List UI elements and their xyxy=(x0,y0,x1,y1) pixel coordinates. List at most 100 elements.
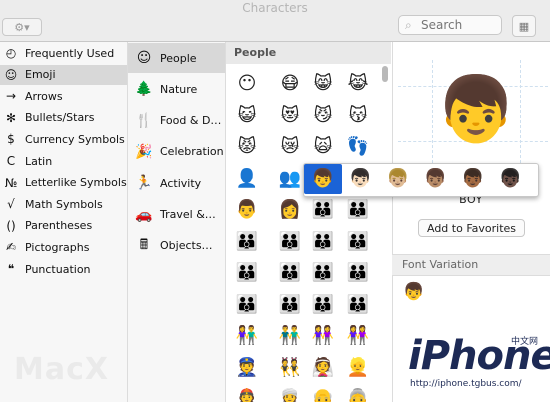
emoji-cell[interactable]: 👪 xyxy=(278,261,302,285)
zhongwen-watermark: 中文网 xyxy=(511,337,539,347)
emoji-cell[interactable]: 👫 xyxy=(235,324,259,348)
category-item[interactable]: √ Math Symbols xyxy=(0,194,127,214)
category-icon: ✻ xyxy=(5,110,17,125)
emoji-cell[interactable]: 👬 xyxy=(278,324,302,348)
emoji-group-item[interactable]: 🚗 Travel &… xyxy=(128,200,225,230)
category-item[interactable]: C Latin xyxy=(0,151,127,171)
search-field[interactable]: ⌕ xyxy=(398,15,502,35)
emoji-cell[interactable]: 😺 xyxy=(235,104,259,128)
emoji-group-icon: 🍴 xyxy=(135,112,153,129)
emoji-cell[interactable]: 😾 xyxy=(235,135,259,159)
emoji-cell[interactable]: 👪 xyxy=(346,261,370,285)
emoji-cell[interactable]: 👱 xyxy=(346,356,370,380)
emoji-cell[interactable]: 👴 xyxy=(311,387,335,402)
emoji-cell[interactable]: 👭 xyxy=(311,324,335,348)
emoji-cell[interactable]: 👤 xyxy=(235,167,259,191)
emoji-cell[interactable]: 😻 xyxy=(278,104,302,128)
glyph-guide-line xyxy=(520,60,521,178)
emoji-cell[interactable]: 👪 xyxy=(311,261,335,285)
emoji-cell[interactable]: 👳 xyxy=(278,387,302,402)
emoji-cell[interactable]: 👥 xyxy=(278,167,302,191)
search-input[interactable] xyxy=(419,17,501,33)
emoji-cell[interactable]: 👣 xyxy=(346,135,370,159)
window-title: Characters xyxy=(242,1,308,15)
emoji-cell[interactable]: 👪 xyxy=(235,230,259,254)
category-label: Pictographs xyxy=(25,240,90,254)
emoji-cell[interactable]: 😹 xyxy=(346,72,370,96)
add-to-favorites-button[interactable]: Add to Favorites xyxy=(418,219,525,237)
emoji-group-label: People xyxy=(160,51,197,65)
emoji-cell[interactable]: 👪 xyxy=(346,230,370,254)
emoji-group-item[interactable]: 🖩 Objects… xyxy=(128,231,225,261)
emoji-group-item[interactable]: 🌲 Nature xyxy=(128,74,225,104)
emoji-group-item[interactable]: 🏃 Activity xyxy=(128,168,225,198)
emoji-cell[interactable]: 👩 xyxy=(278,198,302,222)
skin-tone-option[interactable]: 👦🏿 xyxy=(498,167,524,191)
category-label: Punctuation xyxy=(25,262,91,276)
emoji-cell[interactable]: 😼 xyxy=(311,104,335,128)
emoji-cell[interactable]: 👪 xyxy=(311,293,335,317)
emoji-group-label: Travel &… xyxy=(160,208,216,221)
emoji-cell[interactable]: 👪 xyxy=(311,198,335,222)
grid-view-button[interactable]: ▦ xyxy=(512,15,536,37)
section-label: People xyxy=(234,46,277,59)
category-icon: √ xyxy=(7,197,15,212)
category-item[interactable]: $ Currency Symbols xyxy=(0,129,127,149)
category-icon: ◴ xyxy=(5,46,17,60)
category-item[interactable]: ✍ Pictographs xyxy=(0,237,127,257)
category-item[interactable]: ◴ Frequently Used xyxy=(0,43,127,63)
emoji-group-label: Celebration xyxy=(160,145,224,159)
scrollbar-thumb[interactable] xyxy=(382,66,388,82)
emoji-cell[interactable]: 😶 xyxy=(235,72,259,96)
url-watermark: http://iphone.tgbus.com/ xyxy=(410,379,522,389)
font-variation-label: Font Variation xyxy=(402,258,479,271)
category-label: Parentheses xyxy=(25,219,93,233)
category-item[interactable]: → Arrows xyxy=(0,86,127,106)
emoji-group-item[interactable]: 🍴 Food & D… xyxy=(128,106,225,136)
category-icon: → xyxy=(5,89,17,104)
emoji-cell[interactable]: 😸 xyxy=(311,72,335,96)
emoji-cell[interactable]: 😽 xyxy=(346,104,370,128)
category-item[interactable]: ❝ Punctuation xyxy=(0,259,127,279)
emoji-cell[interactable]: 👨 xyxy=(235,198,259,222)
emoji-cell[interactable]: 😷 xyxy=(278,72,302,96)
emoji-group-item[interactable]: ☺ People xyxy=(128,43,225,73)
skin-tone-option[interactable]: 👦🏾 xyxy=(460,167,486,191)
category-icon: ✍ xyxy=(5,240,17,255)
emoji-cell[interactable]: 👪 xyxy=(346,293,370,317)
emoji-group-label: Objects… xyxy=(160,239,213,253)
category-item[interactable]: ✻ Bullets/Stars xyxy=(0,108,127,128)
emoji-cell[interactable]: 👪 xyxy=(235,293,259,317)
emoji-cell[interactable]: 👮 xyxy=(235,356,259,380)
characters-window: Characters ⚙▾ ⌕ ▦ ◴ Frequently Used ☺ Emoji… xyxy=(0,0,550,402)
category-item[interactable]: ☺ Emoji xyxy=(0,64,127,85)
emoji-group-icon: 🌲 xyxy=(135,81,153,98)
emoji-cell[interactable]: 👪 xyxy=(278,230,302,254)
category-label: Letterlike Symbols xyxy=(25,176,127,190)
emoji-cell[interactable]: 👪 xyxy=(235,261,259,285)
emoji-cell[interactable]: 😿 xyxy=(278,135,302,159)
category-icon: ❝ xyxy=(7,262,15,276)
glyph-guide-line xyxy=(432,60,433,178)
gear-menu-button[interactable]: ⚙▾ xyxy=(2,18,42,36)
skin-tone-option[interactable]: 👦🏻 xyxy=(348,167,374,191)
emoji-group-icon: 🖩 xyxy=(139,236,149,253)
emoji-cell[interactable]: 👭 xyxy=(346,324,370,348)
emoji-cell[interactable]: 👪 xyxy=(278,293,302,317)
emoji-cell[interactable]: 👰 xyxy=(311,356,335,380)
skin-tone-option[interactable]: 👦🏽 xyxy=(423,167,449,191)
section-header: People xyxy=(226,42,391,64)
category-item[interactable]: № Letterlike Symbols xyxy=(0,173,127,193)
emoji-cell[interactable]: 🙀 xyxy=(311,135,335,159)
category-item[interactable]: () Parentheses xyxy=(0,216,127,236)
skin-tone-option[interactable]: 👦 xyxy=(310,167,336,191)
category-label: Arrows xyxy=(25,89,63,103)
emoji-cell[interactable]: 👵 xyxy=(346,387,370,402)
font-variation-glyph[interactable]: 👦 xyxy=(403,281,425,303)
emoji-cell[interactable]: 👪 xyxy=(311,230,335,254)
emoji-group-item[interactable]: 🎉 Celebration xyxy=(128,137,225,167)
skin-tone-option[interactable]: 👦🏼 xyxy=(385,167,411,191)
emoji-cell[interactable]: 👪 xyxy=(346,198,370,222)
emoji-cell[interactable]: 👯 xyxy=(278,356,302,380)
emoji-cell[interactable]: 👲 xyxy=(235,387,259,402)
